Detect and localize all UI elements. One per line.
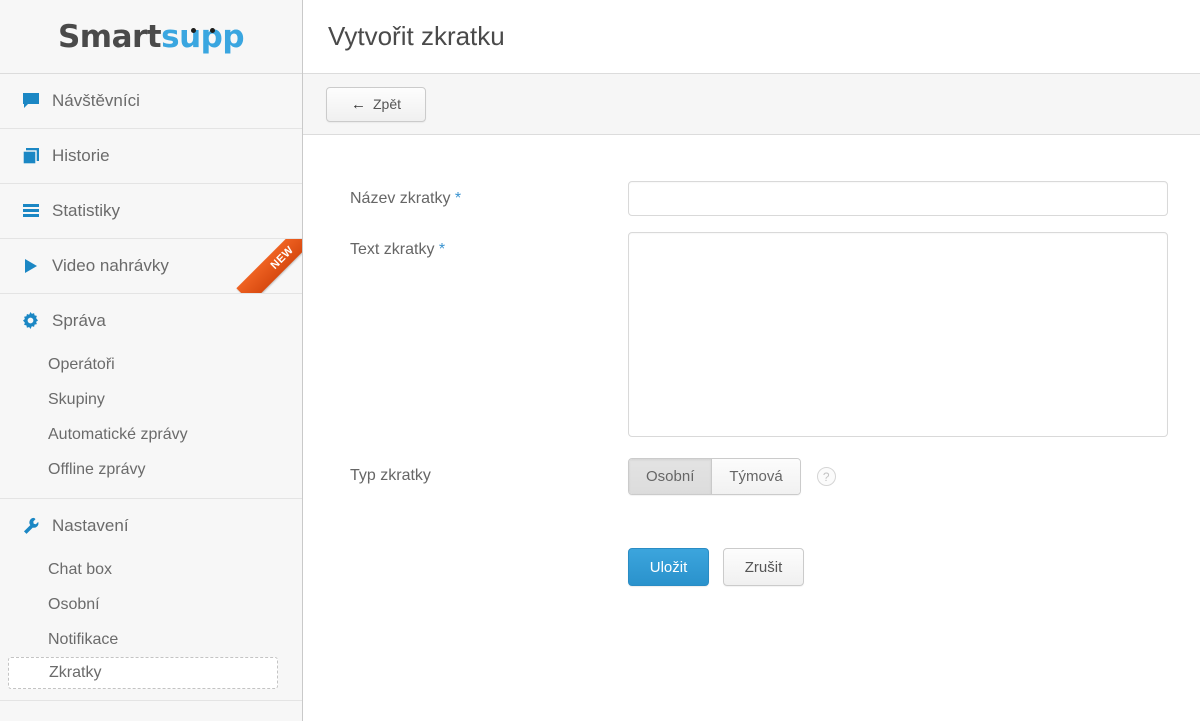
sidebar-item-label: Návštěvníci [52,91,140,110]
shortcut-text-textarea[interactable] [628,232,1168,437]
sidebar-item-personal[interactable]: Osobní [0,587,302,622]
type-option-team[interactable]: Týmová [712,459,800,494]
toolbar: ← Zpět [303,74,1200,135]
sidebar-subitem-label: Zkratky [49,664,102,681]
shortcut-form: Název zkratky * Text zkratky * Typ zkrat… [303,135,1200,586]
required-asterisk: * [438,241,446,258]
page-title: Vytvořit zkratku [328,21,505,51]
shortcut-name-input[interactable] [628,181,1168,216]
bars-icon [22,202,48,220]
sidebar-subitem-label: Automatické zprávy [48,425,188,443]
sidebar-group-label: Nastavení [52,515,129,535]
speech-bubble-icon [22,92,48,110]
logo-text-part1: Smart [57,18,162,55]
sidebar-item-automatic-messages[interactable]: Automatické zprávy [0,417,302,452]
cancel-button[interactable]: Zrušit [723,548,804,586]
page-header: Vytvořit zkratku [303,0,1200,74]
sidebar-subitem-label: Skupiny [48,390,105,408]
sidebar-item-label: Video nahrávky [52,256,169,275]
sidebar-item-shortcuts[interactable]: Zkratky [8,657,278,689]
play-icon [22,257,48,275]
form-row-text: Text zkratky * [350,232,1200,442]
back-button[interactable]: ← Zpět [326,86,426,122]
sidebar-group-header-settings[interactable]: Nastavení [0,499,302,552]
sidebar-subnav-settings: Chat box Osobní Notifikace Zkratky [0,552,302,700]
logo-eye-left-icon [191,27,197,33]
sidebar-item-visitors[interactable]: Návštěvníci [0,74,302,129]
brand-logo[interactable]: Smartsupp [0,0,302,74]
sidebar-subitem-label: Offline zprávy [48,460,146,478]
gear-icon [22,312,48,329]
new-badge-ribbon: NEW [236,239,302,293]
form-row-type: Typ zkratky Osobní Týmová ? [350,458,1200,495]
logo-text-part2: supp [161,18,245,55]
sidebar-item-chat-box[interactable]: Chat box [0,552,302,587]
wrench-icon [22,517,48,535]
sidebar-item-label: Statistiky [52,201,121,220]
sidebar-subitem-label: Chat box [48,560,113,578]
help-icon[interactable]: ? [816,467,836,486]
save-button[interactable]: Uložit [628,548,709,586]
sidebar-group-header-administration[interactable]: Správa [0,294,302,347]
logo-text: Smartsupp [57,18,245,55]
sidebar: Smartsupp Návštěvníci Historie Statistik… [0,0,303,721]
sidebar-item-video-recordings[interactable]: Video nahrávky NEW [0,239,302,294]
text-label: Text zkratky * [350,241,446,258]
sidebar-item-groups[interactable]: Skupiny [0,382,302,417]
sidebar-subitem-label: Notifikace [48,630,119,648]
back-button-label: Zpět [372,96,401,112]
arrow-left-icon: ← [350,95,366,113]
type-toggle-wrap: Osobní Týmová ? [628,458,1200,495]
form-actions: Uložit Zrušit [628,548,1200,586]
app-window: Smartsupp Návštěvníci Historie Statistik… [0,0,1200,721]
sidebar-subitem-label: Osobní [48,595,100,613]
sidebar-group-label: Správa [52,310,106,330]
type-option-personal[interactable]: Osobní [629,459,713,494]
shortcut-type-toggle-group: Osobní Týmová [628,458,801,495]
sidebar-subnav-administration: Operátoři Skupiny Automatické zprávy Off… [0,347,302,498]
form-row-name: Název zkratky * [350,181,1200,216]
sidebar-item-label: Historie [52,146,110,165]
sidebar-item-notifications[interactable]: Notifikace [0,622,302,657]
main-content: Vytvořit zkratku ← Zpět Název zkratky * [303,0,1200,721]
sidebar-group-administration: Správa Operátoři Skupiny Automatické zpr… [0,294,302,499]
book-icon [22,147,48,165]
sidebar-item-offline-messages[interactable]: Offline zprávy [0,452,302,487]
sidebar-item-statistics[interactable]: Statistiky [0,184,302,239]
sidebar-subitem-label: Operátoři [48,355,115,373]
type-label: Typ zkratky [350,467,431,484]
sidebar-item-history[interactable]: Historie [0,129,302,184]
required-asterisk: * [454,190,462,207]
sidebar-item-operators[interactable]: Operátoři [0,347,302,382]
sidebar-group-settings: Nastavení Chat box Osobní Notifikace Zkr… [0,499,302,701]
primary-nav: Návštěvníci Historie Statistiky Video na… [0,74,302,701]
logo-eye-right-icon [210,27,216,33]
name-label: Název zkratky * [350,190,462,207]
